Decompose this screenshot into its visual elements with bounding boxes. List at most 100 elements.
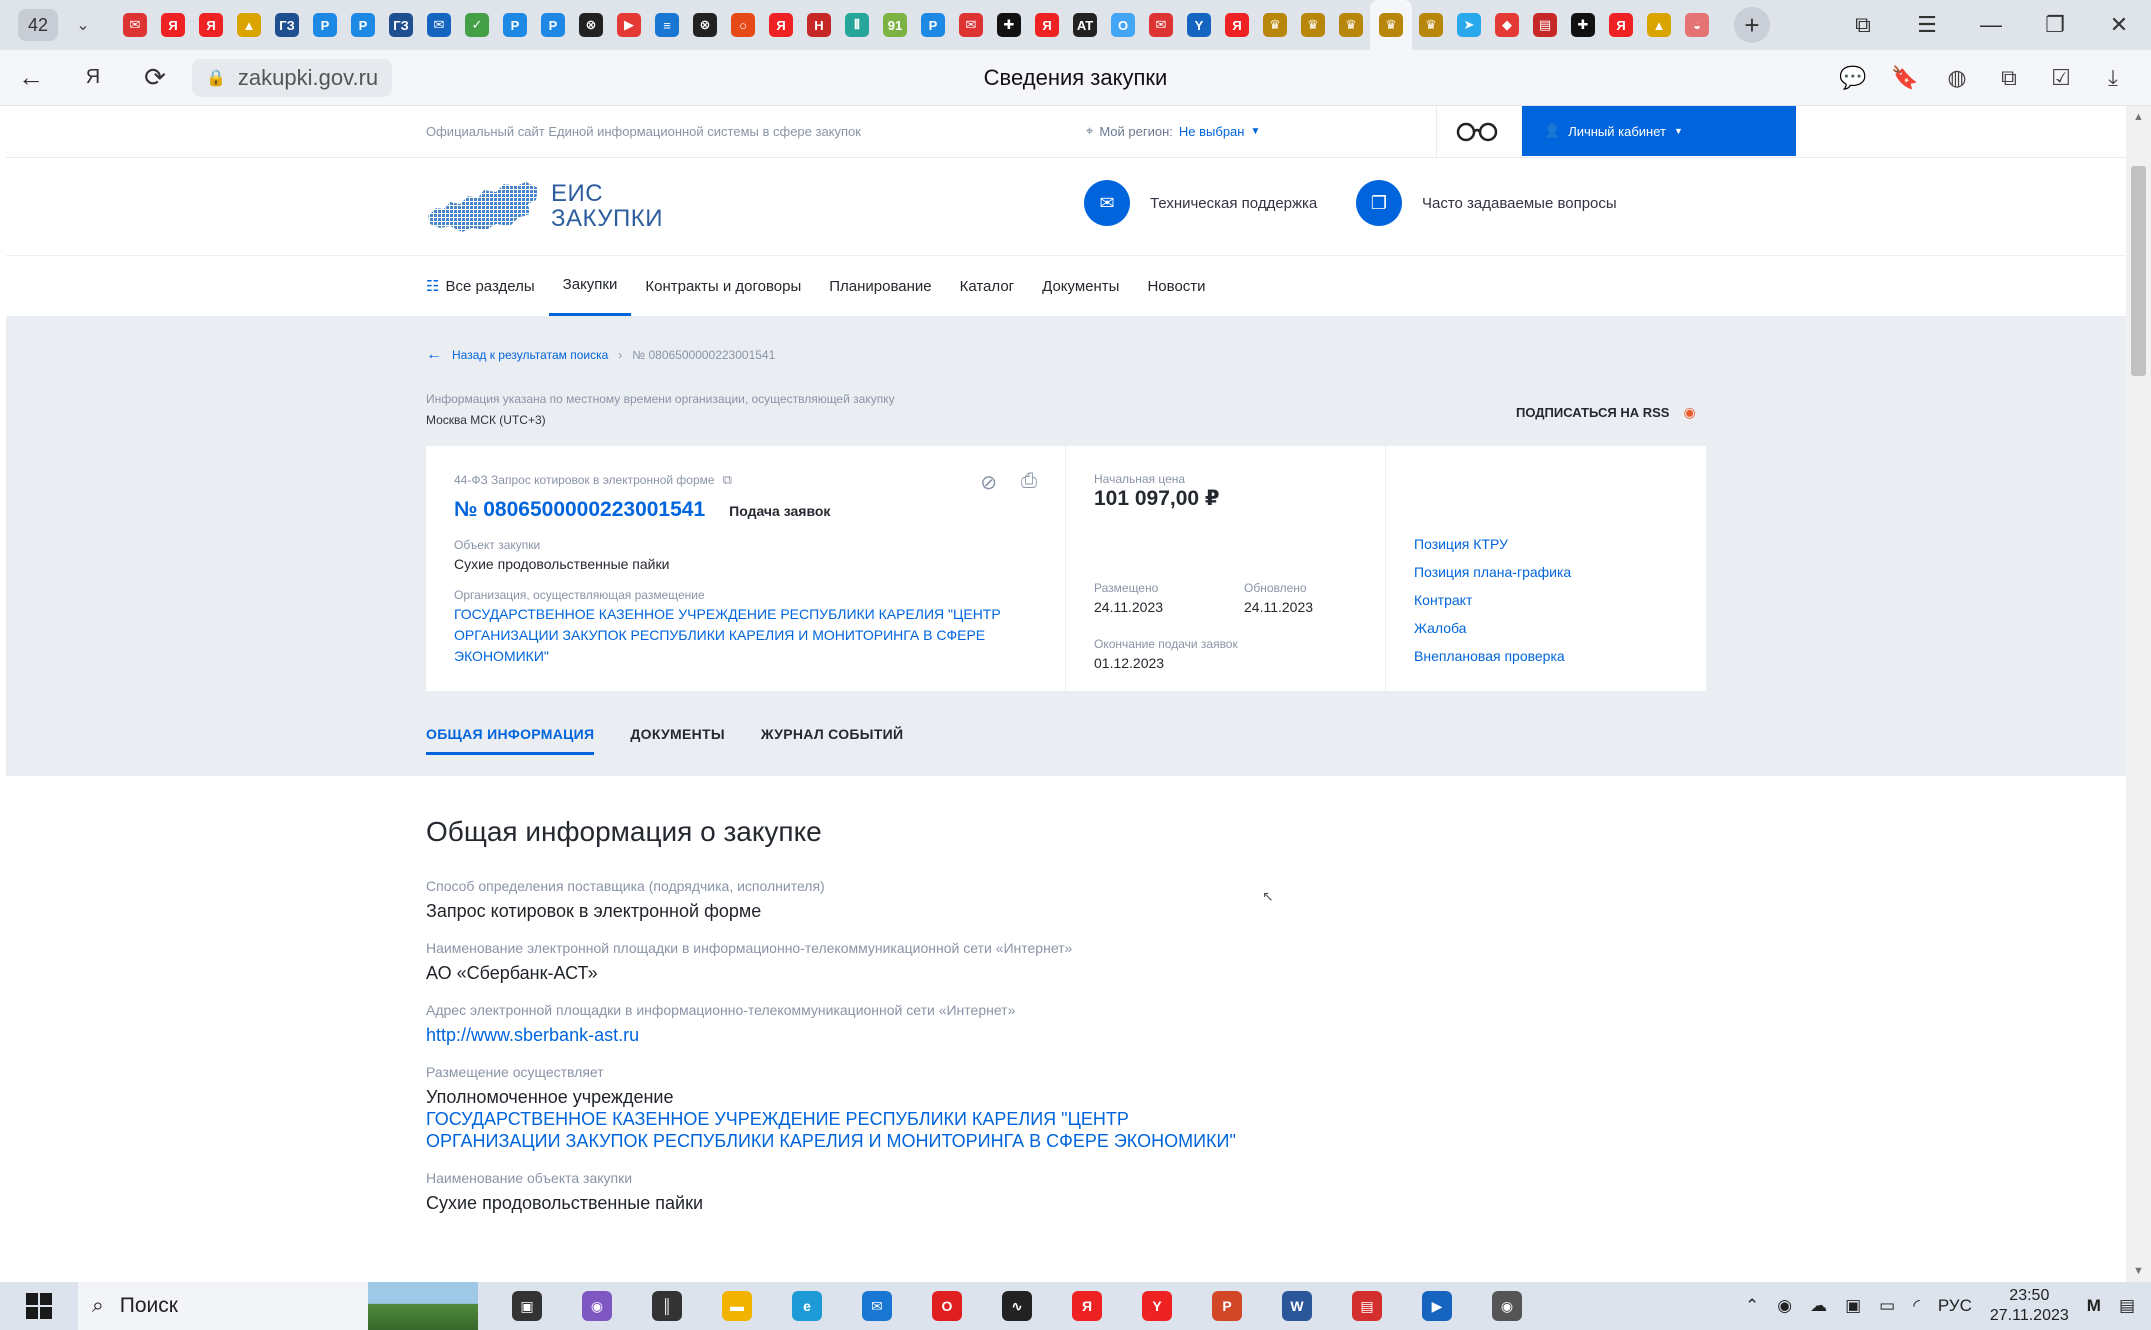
windows-start-icon[interactable] [0,1282,78,1330]
menu-icon[interactable]: ☰ [1895,0,1959,50]
tab-icon-emblem-active[interactable]: ♛ [1370,0,1412,50]
tab-icon-29[interactable]: Y [1180,0,1218,50]
language-indicator[interactable]: РУС [1938,1296,1972,1316]
nav-item-2[interactable]: Контракты и договоры [631,256,815,316]
tray-record-icon[interactable]: ◉ [1777,1296,1792,1316]
wifi-icon[interactable]: ◜ [1913,1296,1920,1316]
tab-icon-mail[interactable]: ✉ [420,0,458,50]
related-link[interactable]: Позиция КТРУ [1414,536,1571,552]
download-icon[interactable]: ⤓ [2089,54,2137,102]
powerpoint-icon[interactable]: P [1192,1282,1262,1330]
nav-item-6[interactable]: Новости [1133,256,1219,316]
tab-icon-17[interactable]: ○ [724,0,762,50]
related-link[interactable]: Внеплановая проверка [1414,648,1571,664]
region-selector[interactable]: ⌖ Мой регион: Не выбран ▼ [1086,123,1260,139]
faq-link[interactable]: ❐ Часто задаваемые вопросы [1356,180,1617,226]
compass-icon[interactable]: ⊘ [980,470,997,495]
tab-icon-42[interactable]: ◒ [1678,0,1716,50]
app-icon-7[interactable]: ∿ [982,1282,1052,1330]
restore-button[interactable]: ❐ [2023,0,2087,50]
nav-item-3[interactable]: Планирование [815,256,945,316]
tray-app-icon[interactable]: ▣ [1845,1296,1861,1316]
procurement-number[interactable]: № 0806500000223001541 [454,498,705,522]
tab-icon-yandex-1[interactable]: Я [154,0,192,50]
nav-item-0[interactable]: ☷ Все разделы [426,256,549,316]
notifications-icon[interactable]: ▤ [2119,1296,2135,1316]
tab-icon-20[interactable]: ⫴ [838,0,876,50]
tab-icon-7[interactable]: Р [344,0,382,50]
tab-icon-41[interactable]: ▲ [1640,0,1678,50]
yandex-icon[interactable]: Я [1052,1282,1122,1330]
tab-icon-6[interactable]: Р [306,0,344,50]
word-icon[interactable]: W [1262,1282,1332,1330]
tab-icon-yandex-3[interactable]: Я [762,0,800,50]
task-view-icon[interactable]: ▣ [492,1282,562,1330]
related-link[interactable]: Жалоба [1414,620,1571,636]
tab-icon-yandex-5[interactable]: Я [1218,0,1256,50]
record-icon[interactable]: ◉ [1472,1282,1542,1330]
placer-org-link[interactable]: ГОСУДАРСТВЕННОЕ КАЗЕННОЕ УЧРЕЖДЕНИЕ РЕСП… [426,1108,1256,1152]
tab-icon-15[interactable]: ≡ [648,0,686,50]
tab-icon-emblem-2[interactable]: ♛ [1294,0,1332,50]
taskbar-search[interactable]: ⌕ Поиск [78,1282,478,1330]
tray-chevron-up-icon[interactable]: ⌃ [1745,1296,1759,1316]
tech-support-link[interactable]: ✉ Техническая поддержка [1084,180,1317,226]
opera-icon[interactable]: O [912,1282,982,1330]
tab-icon-yandex-2[interactable]: Я [192,0,230,50]
url-field[interactable]: 🔒 zakupki.gov.ru [192,58,393,97]
tab-icon-16[interactable]: ⊗ [686,0,724,50]
tab-icon-24[interactable]: ✚ [990,0,1028,50]
tab-icon-telegram[interactable]: ➤ [1450,0,1488,50]
tab-icon-emblem-5[interactable]: ♛ [1412,0,1450,50]
tab-icon-39[interactable]: ✚ [1564,0,1602,50]
onedrive-icon[interactable]: ☁ [1810,1296,1827,1316]
tab-icon-11[interactable]: Р [496,0,534,50]
tab-icon-yandex-6[interactable]: Я [1602,0,1640,50]
org-link[interactable]: ГОСУДАРСТВЕННОЕ КАЗЕННОЕ УЧРЕЖДЕНИЕ РЕСП… [454,604,1037,667]
platform-address-link[interactable]: http://www.sberbank-ast.ru [426,1024,1726,1046]
tab-icon-gz-1[interactable]: ГЗ [268,0,306,50]
scrollbar-thumb[interactable] [2131,166,2146,376]
minimize-button[interactable]: — [1959,0,2023,50]
tabs-collection-icon[interactable]: ⧉ [1831,0,1895,50]
tab-icon-19[interactable]: Н [800,0,838,50]
app-icon-1[interactable]: ◉ [562,1282,632,1330]
eis-logo[interactable]: ЕИС ЗАКУПКИ [426,178,663,234]
tab-0[interactable]: ОБЩАЯ ИНФОРМАЦИЯ [426,726,595,755]
chat-icon[interactable]: 💬 [1829,54,1877,102]
nav-item-1[interactable]: Закупки [548,256,632,316]
tab-icon-emblem-3[interactable]: ♛ [1332,0,1370,50]
pdf-icon[interactable]: ▤ [1332,1282,1402,1330]
tab-icon-38[interactable]: ▤ [1526,0,1564,50]
edge-icon[interactable]: e [772,1282,842,1330]
reload-icon[interactable]: ⟳ [124,50,186,106]
yandex-home-icon[interactable]: Я [62,50,124,106]
related-link[interactable]: Позиция плана-графика [1414,564,1571,580]
clock[interactable]: 23:50 27.11.2023 [1990,1286,2069,1326]
tab-icon-youtube[interactable]: ▶ [610,0,648,50]
extension-icon-1[interactable]: ◍ [1933,54,1981,102]
accessibility-glasses-icon[interactable] [1436,106,1516,158]
tab-icon-26[interactable]: AT [1066,0,1104,50]
rss-subscribe-link[interactable]: ПОДПИСАТЬСЯ НА RSS ◉ [1516,404,1696,421]
yandex-browser-icon[interactable]: Y [1122,1282,1192,1330]
nav-item-4[interactable]: Каталог [946,256,1029,316]
related-link[interactable]: Контракт [1414,592,1571,608]
tab-icon-1[interactable]: ✉ [116,0,154,50]
mail-icon[interactable]: ✉ [842,1282,912,1330]
tab-icon-10[interactable]: ✓ [458,0,496,50]
personal-cabinet-button[interactable]: 👤 Личный кабинет ▼ [1522,106,1796,156]
page-scrollbar[interactable]: ▲ ▼ [2126,106,2151,1282]
tab-icon-27[interactable]: O [1104,0,1142,50]
scroll-up-arrow-icon[interactable]: ▲ [2126,108,2151,126]
close-window-button[interactable]: ✕ [2087,0,2151,50]
tab-icon-21[interactable]: 91 [876,0,914,50]
nav-item-5[interactable]: Документы [1028,256,1133,316]
tab-2[interactable]: ЖУРНАЛ СОБЫТИЙ [761,726,903,755]
meet-now-icon[interactable]: M [2087,1296,2101,1316]
back-arrow-icon[interactable]: ← [0,50,62,106]
video-icon[interactable]: ▶ [1402,1282,1472,1330]
extension-icon-3[interactable]: ☑ [2037,54,2085,102]
scroll-down-arrow-icon[interactable]: ▼ [2126,1262,2151,1280]
tab-icon-23[interactable]: ✉ [952,0,990,50]
